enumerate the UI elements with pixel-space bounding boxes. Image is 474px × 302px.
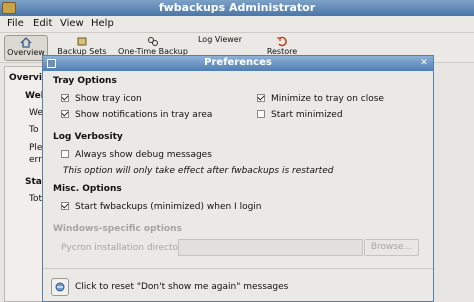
dialog-close-icon[interactable]: ✕ [419, 58, 429, 68]
checkbox-unchecked-icon[interactable] [257, 110, 265, 118]
restore-icon [277, 36, 287, 47]
checkbox-checked-icon[interactable] [61, 202, 69, 210]
status-heading: Sta [25, 177, 42, 187]
show-notifications-label: Show notifications in tray area [75, 110, 213, 120]
log-viewer-label: Log Viewer [197, 35, 243, 44]
show-tray-icon-label: Show tray icon [75, 94, 142, 104]
reset-messages-button[interactable] [51, 278, 69, 296]
backup-sets-icon [77, 37, 87, 46]
menu-file[interactable]: File [7, 18, 24, 29]
welcome-text: We [29, 108, 43, 118]
gears-icon [148, 37, 158, 46]
preferences-dialog: Preferences ✕ Tray Options Show tray ico… [42, 55, 434, 302]
checkbox-unchecked-icon[interactable] [61, 150, 69, 158]
log-verbosity-heading: Log Verbosity [53, 132, 123, 142]
show-notifications-checkbox[interactable]: Show notifications in tray area [61, 110, 212, 120]
overview-heading: Overvi [9, 73, 43, 83]
main-window-titlebar: fwbackups Administrator [0, 0, 474, 16]
tray-options-heading: Tray Options [53, 76, 117, 86]
dialog-titlebar: Preferences ✕ [43, 56, 433, 71]
pycron-label: Pycron installation directory: [61, 243, 190, 253]
checkbox-checked-icon[interactable] [257, 94, 265, 102]
window-title: fwbackups Administrator [158, 1, 316, 14]
windows-options-heading: Windows-specific options [53, 224, 182, 234]
restart-note: This option will only take effect after … [63, 166, 334, 176]
menu-help[interactable]: Help [91, 18, 114, 29]
overview-line-2: To [29, 125, 39, 135]
overview-label: Overview [7, 48, 45, 57]
minimize-to-tray-checkbox[interactable]: Minimize to tray on close [257, 94, 384, 104]
misc-options-heading: Misc. Options [53, 184, 122, 194]
start-minimized-checkbox[interactable]: Start minimized [257, 110, 343, 120]
debug-messages-label: Always show debug messages [75, 150, 212, 160]
show-tray-icon-checkbox[interactable]: Show tray icon [61, 94, 142, 104]
browse-label: Browse... [370, 242, 413, 252]
reset-icon [55, 282, 65, 292]
debug-messages-checkbox[interactable]: Always show debug messages [61, 150, 212, 160]
checkbox-checked-icon[interactable] [61, 110, 69, 118]
menubar: File Edit View Help [0, 16, 474, 33]
start-at-login-label: Start fwbackups (minimized) when I login [75, 202, 262, 212]
browse-button[interactable]: Browse... [364, 239, 419, 256]
start-at-login-checkbox[interactable]: Start fwbackups (minimized) when I login [61, 202, 262, 212]
menu-view[interactable]: View [60, 18, 84, 29]
reset-messages-label: Click to reset "Don't show me again" mes… [75, 282, 289, 292]
pycron-directory-input[interactable] [178, 239, 363, 256]
checkbox-checked-icon[interactable] [61, 94, 69, 102]
menu-edit[interactable]: Edit [33, 18, 52, 29]
minimize-to-tray-label: Minimize to tray on close [271, 94, 384, 104]
home-icon [20, 37, 32, 48]
start-minimized-label: Start minimized [271, 110, 343, 120]
dialog-title: Preferences [204, 57, 272, 68]
dialog-divider [43, 268, 433, 269]
